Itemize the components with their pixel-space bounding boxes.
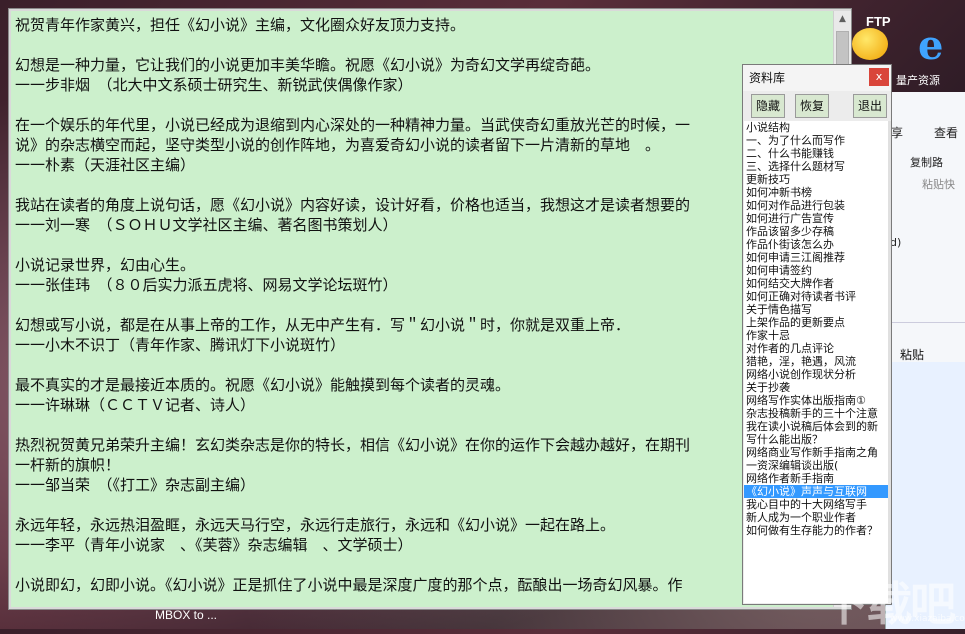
divider — [886, 322, 965, 323]
library-list-item[interactable]: 小说结构 — [744, 121, 890, 134]
scroll-thumb[interactable] — [836, 31, 849, 65]
library-list-item[interactable]: 新人成为一个职业作者 — [744, 511, 890, 524]
editor-line: 祝贺青年作家黄兴，担任《幻小说》主编，文化圈众好友顶力支持。 — [15, 16, 466, 34]
editor-paragraph: 永远年轻，永远热泪盈眶，永远天马行空，永远行走旅行，永远和《幻小说》一起在路上。… — [15, 515, 833, 555]
editor-line: 永远年轻，永远热泪盈眶，永远天马行空，永远行走旅行，永远和《幻小说》一起在路上。 — [15, 516, 616, 534]
library-list-item[interactable]: 如何进行广告宣传 — [744, 212, 890, 225]
editor-paragraph: 幻想或写小说，都是在从事上帝的工作，从无中产生有．写＂幻小说＂时，你就是双重上帝… — [15, 315, 833, 355]
editor-line: 一一李平（青年小说家 、《芙蓉》杂志编辑 、文学硕士） — [15, 536, 413, 554]
editor-line: 一一步非烟 （北大中文系硕士研究生、新锐武侠偶像作家） — [15, 76, 413, 94]
tab-view[interactable]: 查看 — [934, 124, 958, 141]
library-list-item[interactable]: 杂志投稿新手的三十个注意 — [744, 407, 890, 420]
library-list-item[interactable]: 关于情色描写 — [744, 303, 890, 316]
library-list-item[interactable]: 写什么能出版？ — [744, 433, 890, 446]
editor-paragraph: 在一个娱乐的年代里，小说已经成为退缩到内心深处的一种精神力量。当武侠奇幻重放光芒… — [15, 115, 833, 175]
editor-line: 一杆新的旗帜！ — [15, 456, 121, 474]
library-list-item[interactable]: 网络商业写作新手指南之角 — [744, 446, 890, 459]
editor-window: 祝贺青年作家黄兴，担任《幻小说》主编，文化圈众好友顶力支持。幻想是一种力量，它让… — [8, 8, 852, 610]
editor-line: 一一邹当荣 （《打工》杂志副主编） — [15, 476, 256, 494]
close-icon[interactable]: x — [869, 68, 889, 86]
library-list-item[interactable]: 作品仆街该怎么办 — [744, 238, 890, 251]
library-list-item[interactable]: 三、选择什么题材写 — [744, 160, 890, 173]
library-list-item[interactable]: 上架作品的更新要点 — [744, 316, 890, 329]
editor-line: 一一小木不识丁（青年作家、腾讯灯下小说斑竹） — [15, 336, 346, 354]
editor-line: 小说记录世界，幻由心生。 — [15, 256, 196, 274]
ftp-icon-label: FTP — [866, 14, 891, 29]
library-list-item[interactable]: 网络写作实体出版指南① — [744, 394, 890, 407]
watermark-logo: 下载吧 — [822, 577, 956, 631]
library-list-item[interactable]: 二、什么书能赚钱 — [744, 147, 890, 160]
scroll-up-icon[interactable]: ▲ — [834, 11, 851, 28]
editor-line: 一一刘一寒 （ＳＯＨＵ文学社区主编、著名图书策划人） — [15, 216, 398, 234]
library-list-item[interactable]: 网络作者新手指南 — [744, 472, 890, 485]
library-list-item[interactable]: 网络小说创作现状分析 — [744, 368, 890, 381]
library-list-item[interactable]: 一资深编辑谈出版( — [744, 459, 890, 472]
editor-paragraph: 小说记录世界，幻由心生。一一张佳玮 （８０后实力派五虎将、网易文学论坛斑竹） — [15, 255, 833, 295]
watermark-url: www.xiazaiba.com — [890, 614, 965, 624]
exit-button[interactable]: 退出 — [853, 94, 887, 118]
paste-button[interactable]: 粘贴 — [900, 346, 924, 363]
library-list-item[interactable]: 我在读小说稿后体会到的新 — [744, 420, 890, 433]
library-list-item[interactable]: 我心目中的十大网络写手 — [744, 498, 890, 511]
editor-line: 说》的杂志横空而起，坚守类型小说的创作阵地，为喜爱奇幻小说的读者留下一片清新的草… — [15, 136, 661, 154]
library-list-item[interactable]: 如何对作品进行包装 — [744, 199, 890, 212]
editor-paragraph: 最不真实的才是最接近本质的。祝愿《幻小说》能触摸到每个读者的灵魂。 一一许琳琳（Ｃ… — [15, 375, 833, 415]
editor-line: 最不真实的才是最接近本质的。祝愿《幻小说》能触摸到每个读者的灵魂。 — [15, 376, 511, 394]
editor-line: 小说即幻，幻即小说。《幻小说》正是抓住了小说中最是深度广度的那个点，酝酿出一场奇… — [15, 576, 683, 594]
desktop-icon-caption: 量产资源 — [896, 74, 940, 87]
explorer-window-partial: 享 查看 复制路 粘贴快 d) 粘贴 — [885, 92, 965, 629]
editor-line: 一一许琳琳（ＣＣＴＶ记者、诗人） — [15, 396, 256, 414]
editor-line: 幻想是一种力量，它让我们的小说更加丰美华瞻。祝愿《幻小说》为奇幻文学再绽奇葩。 — [15, 56, 601, 74]
library-list-item[interactable]: 作品该留多少存稿 — [744, 225, 890, 238]
tab-share[interactable]: 享 — [891, 124, 903, 141]
ftp-desktop-icon[interactable]: FTP — [852, 14, 900, 60]
internet-explorer-icon[interactable]: e — [918, 24, 962, 68]
library-window: 资料库 x 隐藏 恢复 退出 小说结构 一、为了什么而写作 二、什么书能赚钱 三、选择… — [742, 64, 892, 605]
library-list-item[interactable]: 猎艳，淫，艳遇，风流 — [744, 355, 890, 368]
paste-shortcut-button[interactable]: 粘贴快 — [922, 176, 955, 192]
editor-line: 在一个娱乐的年代里，小说已经成为退缩到内心深处的一种精神力量。当武侠奇幻重放光芒… — [15, 116, 691, 134]
editor-line: 一一朴素（天涯社区主编） — [15, 156, 196, 174]
library-list-item[interactable]: 如何申请签约 — [744, 264, 890, 277]
library-list-item[interactable]: 如何结交大牌作者 — [744, 277, 890, 290]
hide-button[interactable]: 隐藏 — [751, 94, 785, 118]
editor-paragraph: 祝贺青年作家黄兴，担任《幻小说》主编，文化圈众好友顶力支持。 — [15, 15, 833, 35]
editor-paragraph: 热烈祝贺黄兄弟荣升主编！玄幻类杂志是你的特长，相信《幻小说》在你的运作下会越办越… — [15, 435, 833, 495]
library-list-item[interactable]: 关于抄袭 — [744, 381, 890, 394]
editor-paragraph: 我站在读者的角度上说句话，愿《幻小说》内容好读，设计好看，价格也适当，我想这才是… — [15, 195, 833, 235]
library-list-item[interactable]: 一、为了什么而写作 — [744, 134, 890, 147]
library-list-item[interactable]: 更新技巧 — [744, 173, 890, 186]
editor-line: 一一张佳玮 （８０后实力派五虎将、网易文学论坛斑竹） — [15, 276, 398, 294]
library-list-scrollbar[interactable] — [888, 121, 891, 603]
restore-button[interactable]: 恢复 — [795, 94, 829, 118]
library-list-item[interactable]: 如何正确对待读者书评 — [744, 290, 890, 303]
library-list-item[interactable]: 如何做有生存能力的作者？ — [744, 524, 890, 537]
smiley-icon — [852, 28, 888, 60]
library-list-item[interactable]: 如何冲新书榜 — [744, 186, 890, 199]
editor-text-area[interactable]: 祝贺青年作家黄兴，担任《幻小说》主编，文化圈众好友顶力支持。幻想是一种力量，它让… — [11, 11, 833, 607]
editor-paragraph: 幻想是一种力量，它让我们的小说更加丰美华瞻。祝愿《幻小说》为奇幻文学再绽奇葩。一… — [15, 55, 833, 95]
editor-line: 幻想或写小说，都是在从事上帝的工作，从无中产生有．写＂幻小说＂时，你就是双重上帝… — [15, 316, 631, 334]
library-list-item[interactable]: 对作者的几点评论 — [744, 342, 890, 355]
library-list-item[interactable]: 作家十忌 — [744, 329, 890, 342]
library-list-item[interactable]: 《幻小说》声声与互联网 — [744, 485, 890, 498]
editor-line: 我站在读者的角度上说句话，愿《幻小说》内容好读，设计好看，价格也适当，我想这才是… — [15, 196, 691, 214]
editor-paragraph: 小说即幻，幻即小说。《幻小说》正是抓住了小说中最是深度广度的那个点，酝酿出一场奇… — [15, 575, 833, 595]
copy-path-button[interactable]: 复制路 — [910, 154, 943, 170]
taskbar-item[interactable]: MBOX to ... — [155, 608, 217, 622]
library-list[interactable]: 小说结构 一、为了什么而写作 二、什么书能赚钱 三、选择什么题材写 更新技巧 如何冲新书榜… — [744, 121, 890, 603]
library-list-item[interactable]: 如何申请三江阁推荐 — [744, 251, 890, 264]
editor-line: 热烈祝贺黄兄弟荣升主编！玄幻类杂志是你的特长，相信《幻小说》在你的运作下会越办越… — [15, 436, 691, 454]
